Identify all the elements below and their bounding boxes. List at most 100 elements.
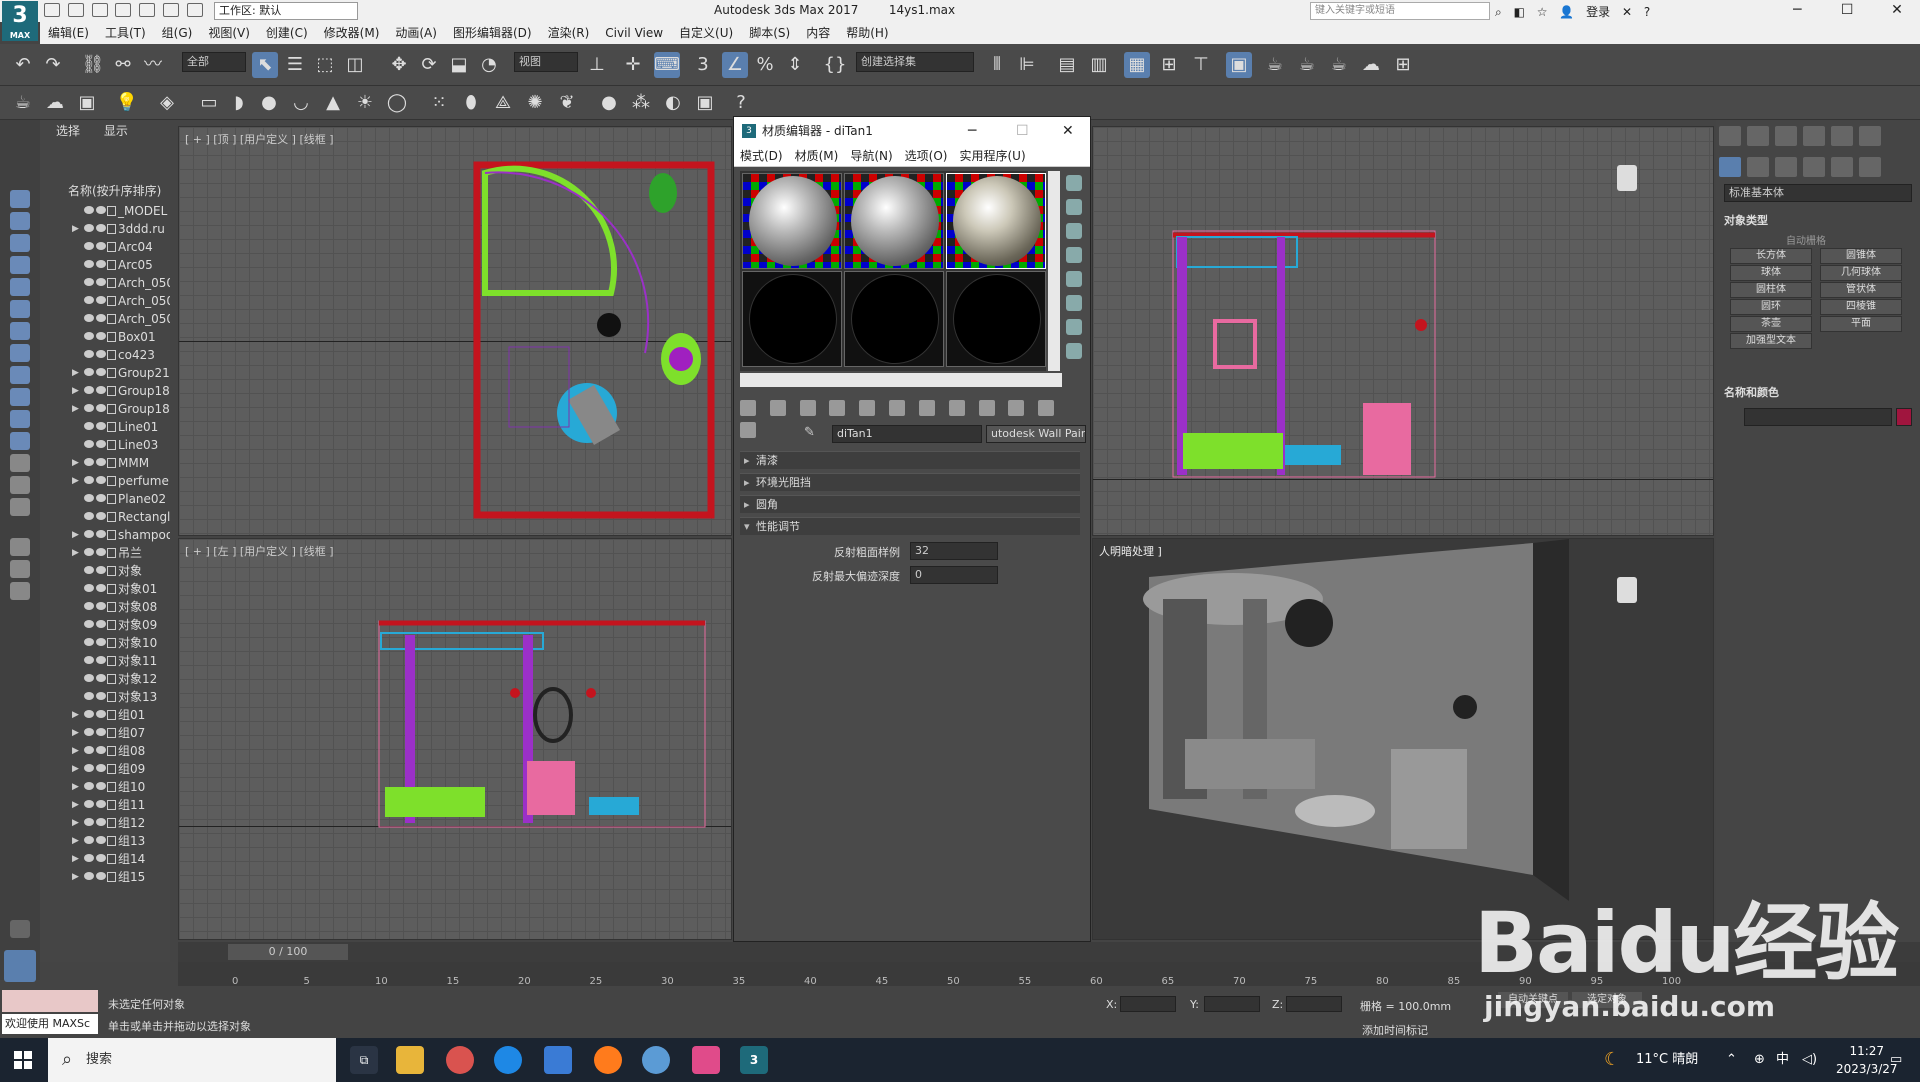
render-icon[interactable] <box>96 350 106 358</box>
render-icon[interactable] <box>96 674 106 682</box>
material-menu-item[interactable]: 材质(M) <box>789 145 845 167</box>
display-hidden-icon[interactable] <box>10 432 30 450</box>
expand-arrow-icon[interactable]: ▶ <box>72 850 79 868</box>
visibility-icon[interactable] <box>84 350 94 358</box>
viewport-layout-icon[interactable] <box>4 950 36 982</box>
render-icon[interactable] <box>96 296 106 304</box>
visibility-icon[interactable] <box>84 764 94 772</box>
render-icon[interactable] <box>96 854 106 862</box>
visibility-icon[interactable] <box>84 242 94 250</box>
visibility-icon[interactable] <box>84 782 94 790</box>
expand-arrow-icon[interactable]: ▶ <box>72 724 79 742</box>
helpers-icon[interactable] <box>1831 157 1853 177</box>
eyedropper-icon[interactable]: ✎ <box>804 425 815 440</box>
visibility-icon[interactable] <box>84 224 94 232</box>
show-shaded-icon[interactable] <box>978 400 995 416</box>
moon-weather-icon[interactable]: ☾ <box>1604 1038 1620 1082</box>
expand-arrow-icon[interactable]: ▶ <box>72 778 79 796</box>
minimize-icon[interactable]: ─ <box>968 117 976 145</box>
visibility-icon[interactable] <box>84 476 94 484</box>
filter-icon[interactable] <box>10 560 30 578</box>
viewport-left[interactable]: [ + ] [左 ] [用户定义 ] [线框 ] <box>178 538 732 940</box>
render-icon[interactable] <box>96 458 106 466</box>
display-none-icon[interactable] <box>10 476 30 494</box>
scene-list-item[interactable]: co423 <box>70 346 170 364</box>
3dsmax-taskbar-icon[interactable]: 3 <box>740 1046 768 1074</box>
scene-list-item[interactable]: 对象09 <box>70 616 170 634</box>
material-browser-icon[interactable]: ◐ <box>660 90 686 116</box>
close-icon[interactable]: ✕ <box>1874 0 1920 22</box>
scene-list-item[interactable]: ▶ Group21 <box>70 364 170 382</box>
unlink-icon[interactable]: ⚯ <box>110 52 136 78</box>
param-spinner[interactable]: 0 <box>910 566 998 584</box>
render-icon[interactable] <box>96 548 106 556</box>
bowl-icon[interactable]: ◡ <box>288 90 314 116</box>
select-object-icon[interactable]: ⬉ <box>252 52 278 78</box>
object-type-button[interactable]: 圆柱体 <box>1730 282 1812 298</box>
scene-list-item[interactable]: 对象10 <box>70 634 170 652</box>
menu-item[interactable]: 创建(C) <box>258 22 316 44</box>
select-by-material-icon[interactable] <box>1066 343 1082 359</box>
visibility-icon[interactable] <box>84 530 94 538</box>
expand-arrow-icon[interactable]: ▶ <box>72 400 79 418</box>
visibility-icon[interactable] <box>84 422 94 430</box>
edit-named-selection-icon[interactable]: {} <box>822 52 848 78</box>
scene-list-item[interactable]: ▶ 组14 <box>70 850 170 868</box>
notification-icon[interactable]: ▭ <box>1890 1038 1902 1082</box>
plant-icon[interactable]: ❦ <box>554 90 580 116</box>
angle-snap-icon[interactable]: ∠ <box>722 52 748 78</box>
named-selection-dropdown[interactable]: 创建选择集 <box>856 52 974 72</box>
render-icon[interactable] <box>96 314 106 322</box>
exchange-icon[interactable]: ✕ <box>1622 5 1632 19</box>
scene-list-item[interactable]: ▶ 3ddd.ru <box>70 220 170 238</box>
object-type-title[interactable]: 对象类型 <box>1724 212 1768 228</box>
star-icon[interactable]: ☆ <box>1537 5 1548 19</box>
scene-list-item[interactable]: ▶ 组09 <box>70 760 170 778</box>
windows-start-icon[interactable] <box>14 1051 32 1069</box>
menu-item[interactable]: 自定义(U) <box>671 22 741 44</box>
rotate-icon[interactable]: ⟳ <box>416 52 442 78</box>
camera-icon[interactable]: ◈ <box>154 90 180 116</box>
help-circle-icon[interactable]: ? <box>728 90 754 116</box>
scene-list-item[interactable]: 对象08 <box>70 598 170 616</box>
menu-item[interactable]: 工具(T) <box>97 22 154 44</box>
scene-list-item[interactable]: ▶ 组13 <box>70 832 170 850</box>
visibility-icon[interactable] <box>84 656 94 664</box>
tab-create[interactable] <box>1719 126 1741 146</box>
visibility-icon[interactable] <box>84 458 94 466</box>
object-type-button[interactable]: 长方体 <box>1730 248 1812 264</box>
visibility-icon[interactable] <box>84 854 94 862</box>
sky-icon[interactable]: ◯ <box>384 90 410 116</box>
visibility-icon[interactable] <box>84 386 94 394</box>
proxy-icon[interactable]: ⬮ <box>458 90 484 116</box>
scene-list-item[interactable]: Box01 <box>70 328 170 346</box>
scene-list-item[interactable]: 对象11 <box>70 652 170 670</box>
video-color-check-icon[interactable] <box>1066 271 1082 287</box>
scene-list-item[interactable]: 对象13 <box>70 688 170 706</box>
scene-list-item[interactable]: ▶ 组08 <box>70 742 170 760</box>
scene-list-item[interactable]: ▶ Group18 <box>70 400 170 418</box>
user-icon[interactable]: 👤 <box>1559 5 1574 19</box>
visibility-icon[interactable] <box>84 584 94 592</box>
dome-icon[interactable]: ◗ <box>226 90 252 116</box>
align-icon[interactable]: ⊫ <box>1014 52 1040 78</box>
spinner-snap-icon[interactable]: ⇕ <box>782 52 808 78</box>
subscription-icon[interactable]: ◧ <box>1514 5 1525 19</box>
project-icon[interactable] <box>163 3 180 17</box>
display-all-icon[interactable] <box>10 454 30 472</box>
visibility-icon[interactable] <box>84 494 94 502</box>
expand-arrow-icon[interactable]: ▶ <box>72 868 79 886</box>
material-name-field[interactable]: diTan1 <box>832 425 982 443</box>
edge-icon[interactable] <box>494 1046 522 1074</box>
tab-hierarchy[interactable] <box>1775 126 1797 146</box>
render-icon[interactable] <box>96 206 106 214</box>
visibility-icon[interactable] <box>84 548 94 556</box>
tray-chevron-icon[interactable]: ⌃ <box>1726 1038 1737 1082</box>
lock-cell-icon[interactable] <box>10 582 30 600</box>
new-file-icon[interactable] <box>44 3 60 17</box>
material-menu-item[interactable]: 模式(D) <box>734 145 789 167</box>
menu-item[interactable]: 编辑(E) <box>40 22 97 44</box>
scene-list-item[interactable]: 对象01 <box>70 580 170 598</box>
visibility-icon[interactable] <box>84 638 94 646</box>
open-file-icon[interactable] <box>67 3 84 17</box>
